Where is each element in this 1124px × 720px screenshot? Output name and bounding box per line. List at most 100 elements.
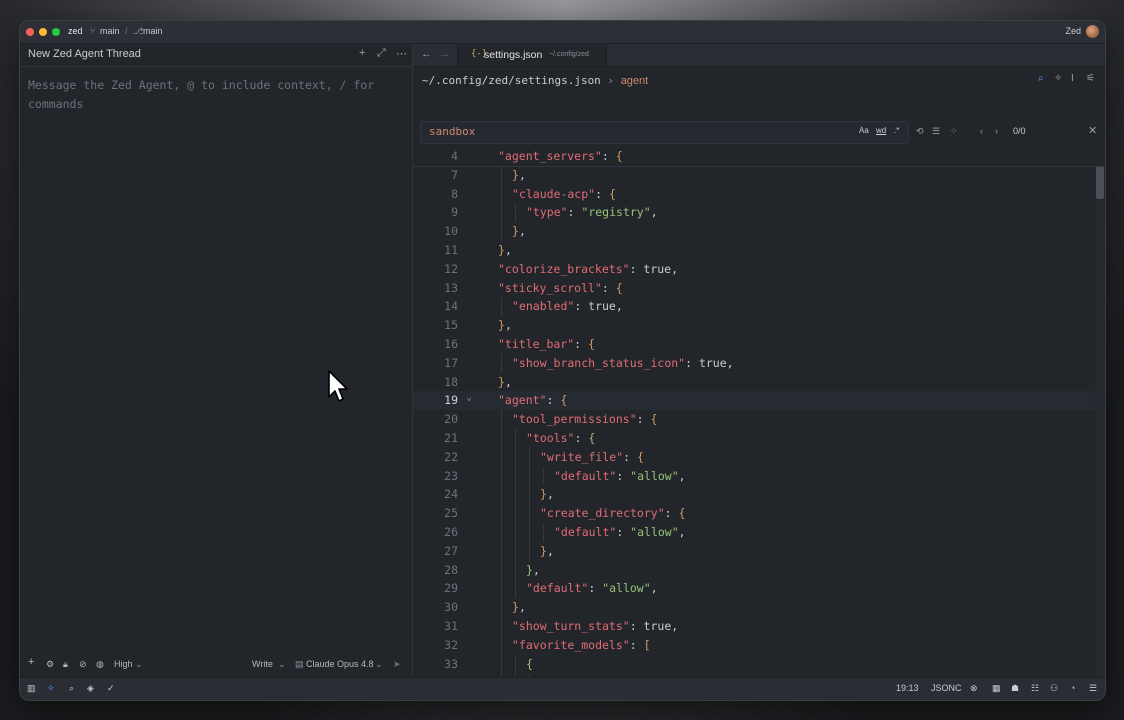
check-icon[interactable]: ✓ (107, 683, 115, 694)
fold-chevron-icon[interactable]: ⌄ (466, 392, 472, 403)
list-icon[interactable]: ☰ (1089, 683, 1097, 694)
code-token: , (518, 600, 526, 615)
indent-guide (515, 447, 516, 467)
code-line[interactable]: 15}, (413, 316, 1105, 335)
filter-icon[interactable]: ⁘ (950, 126, 958, 137)
breadcrumb[interactable]: ~/.config/zed/settings.json › agent (422, 74, 648, 87)
language-selector[interactable]: JSONC (931, 683, 962, 693)
agent-message-input[interactable]: Message the Zed Agent, @ to include cont… (28, 76, 398, 114)
send-icon[interactable]: ➤ (393, 659, 401, 670)
zoom-window-button[interactable] (52, 28, 60, 36)
regex-toggle[interactable]: .* (894, 126, 899, 135)
search-icon[interactable]: ⌕ (69, 683, 74, 694)
code-line[interactable]: 16 "title_bar": { (413, 335, 1105, 354)
indent-guide (501, 598, 502, 617)
select-all-icon[interactable]: ☰ (932, 126, 940, 137)
code-token: "registry" (581, 205, 651, 220)
sticky-scroll-line[interactable]: 4 "agent_servers": { (413, 147, 1105, 167)
code-token: : true, (629, 261, 679, 276)
hide-icon[interactable]: ⊘ (79, 659, 87, 670)
code-line[interactable]: 33 { (413, 654, 1105, 674)
code-line[interactable]: 18}, (413, 373, 1105, 392)
code-line[interactable]: 30}, (413, 598, 1105, 617)
edit-prediction-icon[interactable]: ⊗ (970, 683, 978, 694)
agent-icon[interactable]: ✧ (47, 683, 55, 694)
code-token: } (540, 543, 547, 558)
code-token: , (678, 468, 686, 483)
code-line[interactable]: 12 "colorize_brackets": true, (413, 260, 1105, 279)
close-window-button[interactable] (26, 28, 34, 36)
code-line[interactable]: 29 "default": "allow", (413, 579, 1105, 599)
code-line[interactable]: 21 "tools": { (413, 429, 1105, 448)
plus-icon[interactable]: + (359, 47, 365, 59)
code-line[interactable]: 20 "tool_permissions": { (413, 410, 1105, 429)
effort-selector[interactable]: High (114, 659, 133, 669)
mode-selector[interactable]: Write (252, 659, 273, 669)
lock-icon[interactable]: 🔒︎ (63, 659, 68, 670)
scrollbar[interactable] (1095, 147, 1105, 677)
code-token: } (512, 224, 519, 239)
panel-toggle-icon[interactable]: ▥ (27, 683, 36, 694)
code-token: , (518, 224, 526, 239)
code-line[interactable]: 13 "sticky_scroll": { (413, 279, 1105, 298)
code-line[interactable]: 23 "default": "allow", (413, 466, 1105, 486)
back-icon[interactable]: ← (421, 48, 432, 60)
search-icon[interactable]: ⌕ (1038, 73, 1044, 84)
notifications-icon[interactable]: ◔ (1070, 683, 1075, 693)
code-line[interactable]: 11}, (413, 241, 1105, 260)
model-selector[interactable]: Claude Opus 4.8 (306, 659, 374, 669)
forward-icon[interactable]: → (439, 48, 450, 60)
git-branch[interactable]: main (143, 26, 163, 36)
collab-icon[interactable]: ⚇ (1050, 683, 1058, 694)
code-line[interactable]: 19 ⌄ "agent": { (413, 391, 1105, 411)
code-line[interactable]: 28}, (413, 560, 1105, 580)
indent-guide (543, 523, 544, 542)
code-line[interactable]: 31 "show_turn_stats": true, (413, 617, 1105, 636)
project-name[interactable]: zed (68, 26, 83, 36)
expand-icon[interactable]: ⤢ (377, 47, 386, 60)
cursor-position[interactable]: 19:13 (896, 683, 919, 693)
next-match-icon[interactable]: › (995, 126, 998, 136)
code-line[interactable]: 10}, (413, 222, 1105, 241)
code-line[interactable]: 22 "write_file": { (413, 447, 1105, 467)
debug-icon[interactable]: ☗ (1011, 683, 1019, 694)
whole-word-toggle[interactable]: wd (876, 126, 886, 135)
assistant-icon[interactable]: ✧ (1054, 73, 1062, 84)
agent-thread-title: New Zed Agent Thread (28, 48, 141, 60)
worktree-branch[interactable]: main (100, 26, 120, 36)
cursor-icon[interactable]: I (1071, 73, 1074, 84)
previous-match-icon[interactable]: ‹ (980, 126, 983, 136)
user-name[interactable]: Zed (1065, 26, 1081, 36)
minimize-window-button[interactable] (39, 28, 47, 36)
code-line[interactable]: 7}, (413, 165, 1105, 185)
code-line[interactable]: 27}, (413, 541, 1105, 561)
avatar[interactable] (1086, 25, 1099, 38)
breadcrumb-symbol: agent (620, 75, 649, 87)
add-context-icon[interactable]: + (28, 656, 34, 668)
code-line[interactable]: 17 "show_branch_status_icon": true, (413, 353, 1105, 373)
tasks-icon[interactable]: ☷ (1031, 683, 1039, 694)
code-token: "tool_permissions" (512, 412, 637, 427)
sliders-icon[interactable]: ⚟ (1086, 73, 1095, 84)
mouse-pointer-icon (328, 370, 348, 402)
code-line[interactable]: 24}, (413, 485, 1105, 505)
code-editor[interactable]: 4 "agent_servers": {7}, 8 "claude-acp": {9 "… (413, 147, 1105, 677)
code-line[interactable]: 25 "create_directory": { (413, 504, 1105, 523)
case-sensitive-toggle[interactable]: Aa (859, 126, 869, 135)
code-line[interactable]: 14 "enabled": true, (413, 297, 1105, 317)
outline-icon[interactable]: ▦ (992, 683, 1001, 694)
indent-guide (529, 523, 530, 542)
code-line[interactable]: 8 "claude-acp": { (413, 184, 1105, 204)
code-line[interactable]: 32 "favorite_models": [ (413, 635, 1105, 655)
settings-icon[interactable]: ⚙ (46, 659, 54, 670)
diagnostics-icon[interactable]: ◈ (87, 683, 94, 694)
replace-icon[interactable]: ⟲ (916, 126, 924, 137)
indent-guide (529, 504, 530, 523)
code-line[interactable]: 9 "type": "registry", (413, 203, 1105, 223)
code-line[interactable]: 26 "default": "allow", (413, 523, 1105, 542)
tab-settings-json[interactable]: {-} settings.json ~/.config/zed (457, 44, 607, 66)
close-icon[interactable]: ✕ (1088, 124, 1097, 137)
more-icon[interactable]: ⋯ (396, 47, 407, 60)
search-input[interactable]: sandbox (429, 125, 475, 138)
bulb-icon[interactable]: ◍ (96, 659, 104, 670)
